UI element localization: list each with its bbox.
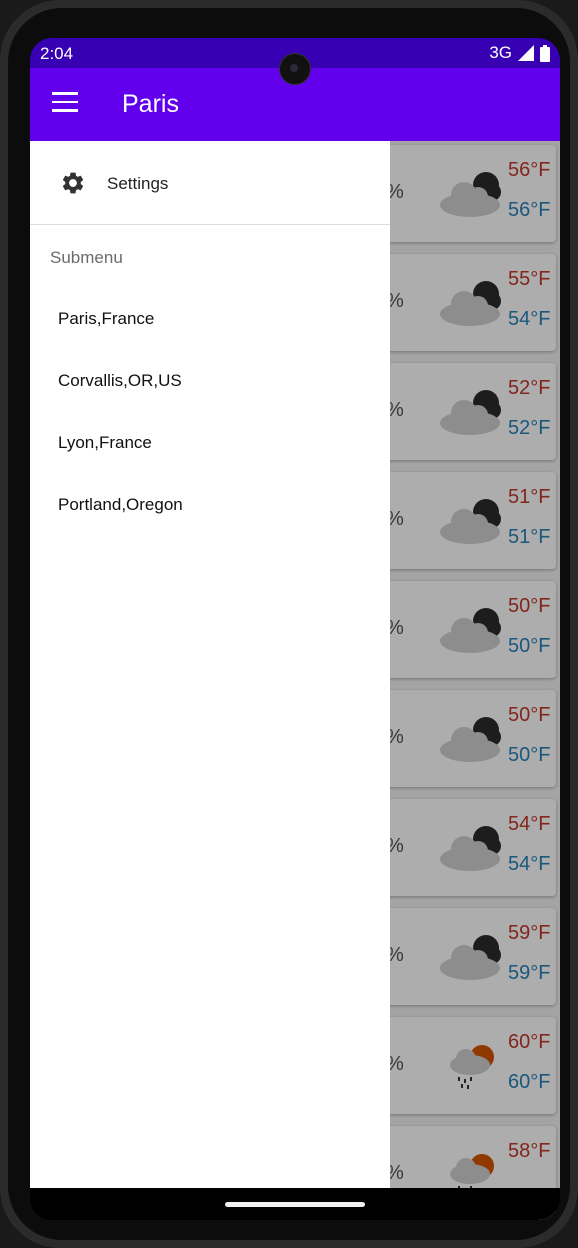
divider bbox=[30, 224, 390, 225]
menu-item-portland-oregon[interactable]: Portland,Oregon bbox=[58, 495, 183, 515]
menu-item-corvallis-or-us[interactable]: Corvallis,OR,US bbox=[58, 371, 182, 391]
settings-menu-item[interactable]: Settings bbox=[30, 141, 390, 223]
phone-frame: 2:04 3G Paris % 56°F 56°F % 55°F 54°F % … bbox=[0, 0, 578, 1248]
status-icons: 3G bbox=[489, 43, 550, 63]
home-gesture-bar[interactable] bbox=[225, 1202, 365, 1207]
phone-bezel: 2:04 3G Paris % 56°F 56°F % 55°F 54°F % … bbox=[8, 8, 570, 1240]
status-time: 2:04 bbox=[40, 44, 74, 63]
system-nav-bar bbox=[30, 1188, 560, 1220]
network-type: 3G bbox=[489, 43, 512, 62]
signal-icon bbox=[518, 45, 534, 61]
screen: 2:04 3G Paris % 56°F 56°F % 55°F 54°F % … bbox=[30, 38, 560, 1220]
hamburger-menu-icon[interactable] bbox=[52, 92, 78, 114]
page-title: Paris bbox=[122, 90, 179, 118]
navigation-drawer: Settings Submenu Paris,France Corvallis,… bbox=[30, 141, 390, 1188]
settings-label: Settings bbox=[107, 174, 169, 193]
gear-icon bbox=[62, 172, 84, 194]
menu-item-paris-france[interactable]: Paris,France bbox=[58, 309, 154, 329]
submenu-header: Submenu bbox=[50, 248, 123, 267]
menu-item-lyon-france[interactable]: Lyon,France bbox=[58, 433, 152, 453]
front-camera bbox=[279, 53, 311, 85]
battery-icon bbox=[540, 44, 550, 62]
